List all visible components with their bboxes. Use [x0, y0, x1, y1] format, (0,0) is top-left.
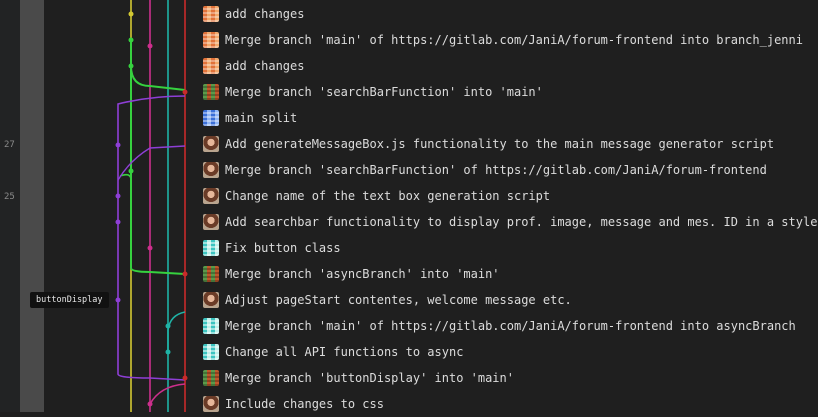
commit-row[interactable]: Change name of the text box generation s…: [200, 183, 818, 209]
commit-dot: [147, 43, 153, 49]
commit-row[interactable]: Fix button class: [200, 235, 818, 261]
commit-row[interactable]: Merge branch 'buttonDisplay' into 'main': [200, 365, 818, 391]
photo-avatar: [203, 292, 219, 308]
commit-message: Adjust pageStart contentes, welcome mess…: [225, 293, 572, 307]
commit-dot: [115, 193, 121, 199]
photo-avatar: [203, 396, 219, 412]
quilt-green-avatar: [203, 266, 219, 282]
quilt-orange-avatar: [203, 32, 219, 48]
commit-row[interactable]: Merge branch 'main' of https://gitlab.co…: [200, 27, 818, 53]
git-history-view: 27 25 buttonDisplay add changes Merge br…: [0, 0, 818, 412]
quilt-green-avatar: [203, 370, 219, 386]
branch-label-button-display[interactable]: buttonDisplay: [30, 292, 109, 308]
branch-green: [130, 40, 186, 91]
commit-dot: [165, 349, 171, 355]
commit-message: Merge branch 'searchBarFunction' of http…: [225, 163, 767, 177]
commit-message: Change name of the text box generation s…: [225, 189, 551, 203]
photo-avatar: [203, 188, 219, 204]
branch-purple: [117, 95, 186, 381]
photo-avatar: [203, 162, 219, 178]
commit-dot: [147, 245, 153, 251]
commit-message: Add searchbar functionality to display p…: [225, 215, 818, 229]
quilt-blue-avatar: [203, 110, 219, 126]
commit-dot: [182, 271, 188, 277]
commit-row[interactable]: Adjust pageStart contentes, welcome mess…: [200, 287, 818, 313]
commit-row[interactable]: Merge branch 'asyncBranch' into 'main': [200, 261, 818, 287]
commit-row[interactable]: Merge branch 'main' of https://gitlab.co…: [200, 313, 818, 339]
commit-message: Merge branch 'searchBarFunction' into 'm…: [225, 85, 543, 99]
commit-message: Merge branch 'main' of https://gitlab.co…: [225, 33, 803, 47]
quilt-orange-avatar: [203, 58, 219, 74]
commit-graph: [115, 0, 188, 412]
commit-message: Change all API functions to async: [225, 345, 464, 359]
commit-dot: [147, 401, 153, 407]
commit-row[interactable]: Add generateMessageBox.js functionality …: [200, 131, 818, 157]
commit-dot: [128, 168, 134, 174]
commit-message: Merge branch 'buttonDisplay' into 'main': [225, 371, 514, 385]
quilt-orange-avatar: [203, 6, 219, 22]
commit-message: add changes: [225, 59, 305, 73]
commit-row[interactable]: Include changes to css: [200, 391, 818, 417]
commit-message: Merge branch 'asyncBranch' into 'main': [225, 267, 500, 281]
commit-dot: [115, 219, 121, 225]
photo-avatar: [203, 214, 219, 230]
commit-dot: [128, 37, 134, 43]
commit-dot: [115, 297, 121, 303]
commit-row[interactable]: add changes: [200, 53, 818, 79]
commit-row[interactable]: Add searchbar functionality to display p…: [200, 209, 818, 235]
commit-row[interactable]: Merge branch 'searchBarFunction' into 'm…: [200, 79, 818, 105]
commit-message: Fix button class: [225, 241, 341, 255]
commit-dot: [128, 11, 134, 17]
quilt-green-avatar: [203, 84, 219, 100]
commit-message: Include changes to css: [225, 397, 384, 411]
commit-row[interactable]: add changes: [200, 1, 818, 27]
commit-list: add changes Merge branch 'main' of https…: [200, 0, 818, 412]
commit-row[interactable]: Merge branch 'searchBarFunction' of http…: [200, 157, 818, 183]
commit-dot: [182, 375, 188, 381]
commit-dot: [182, 89, 188, 95]
commit-message: add changes: [225, 7, 305, 21]
commit-dot: [128, 63, 134, 69]
quilt-cyan-avatar: [203, 240, 219, 256]
commit-dot: [115, 142, 121, 148]
commit-message: Merge branch 'main' of https://gitlab.co…: [225, 319, 796, 333]
commit-dot: [165, 323, 171, 329]
photo-avatar: [203, 136, 219, 152]
commit-row[interactable]: main split: [200, 105, 818, 131]
quilt-cyan-avatar: [203, 318, 219, 334]
commit-message: Add generateMessageBox.js functionality …: [225, 137, 775, 151]
commit-row[interactable]: Change all API functions to async: [200, 339, 818, 365]
quilt-cyan-avatar: [203, 344, 219, 360]
commit-message: main split: [225, 111, 298, 125]
branch-teal-side: [167, 311, 186, 354]
branch-green-lower: [130, 60, 186, 275]
